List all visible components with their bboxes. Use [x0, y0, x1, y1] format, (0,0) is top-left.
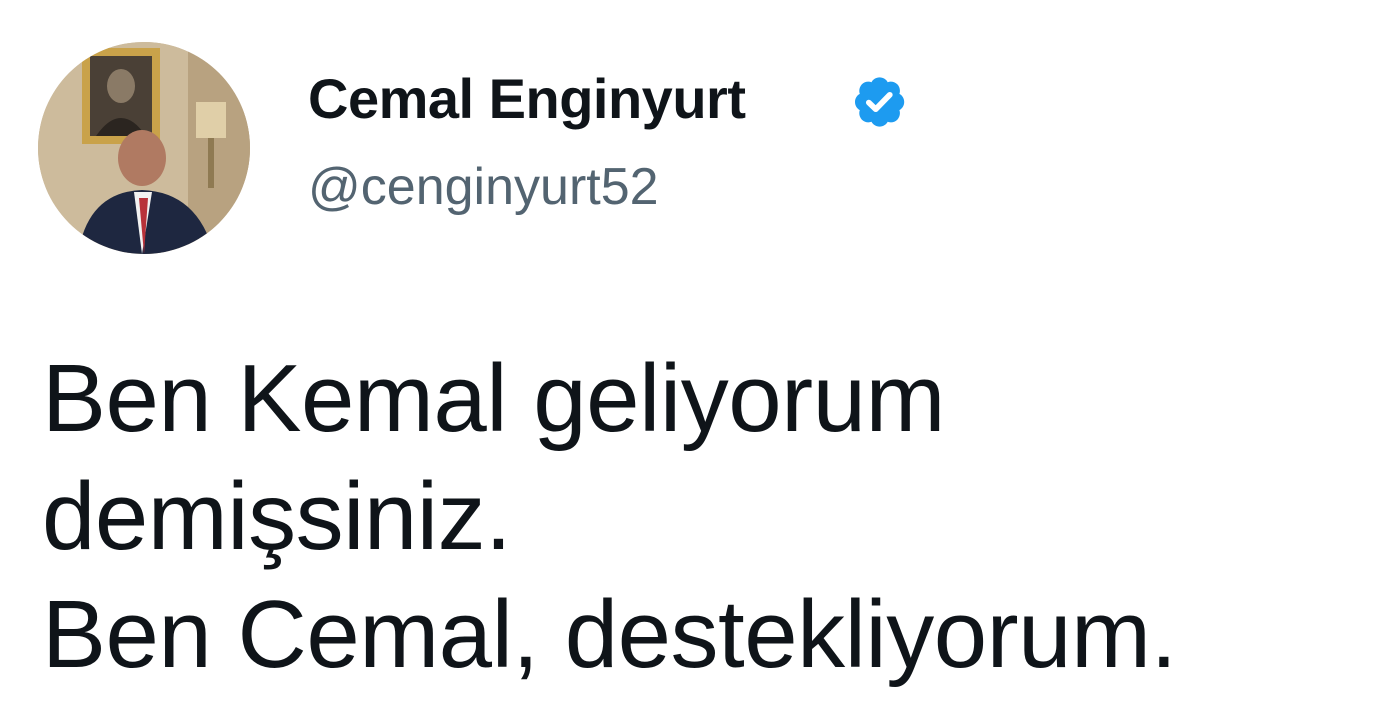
author-avatar[interactable]	[38, 42, 250, 254]
author-name[interactable]: Cemal Enginyurt	[308, 66, 746, 132]
tweet-text-line: Ben Cemal, destekliyorum.	[42, 581, 1177, 688]
tweet-text: Ben Kemal geliyorum demişsiniz. Ben Cema…	[42, 340, 1342, 694]
verified-badge-icon	[855, 77, 905, 127]
tweet-text-line: demişsiniz.	[42, 463, 512, 570]
avatar-photo-icon	[38, 42, 250, 254]
author-handle[interactable]: @cenginyurt52	[308, 156, 659, 218]
tweet-text-line: Ben Kemal geliyorum	[42, 345, 945, 452]
tweet-card: Cemal Enginyurt @cenginyurt52 Ben Kemal …	[0, 0, 1373, 702]
